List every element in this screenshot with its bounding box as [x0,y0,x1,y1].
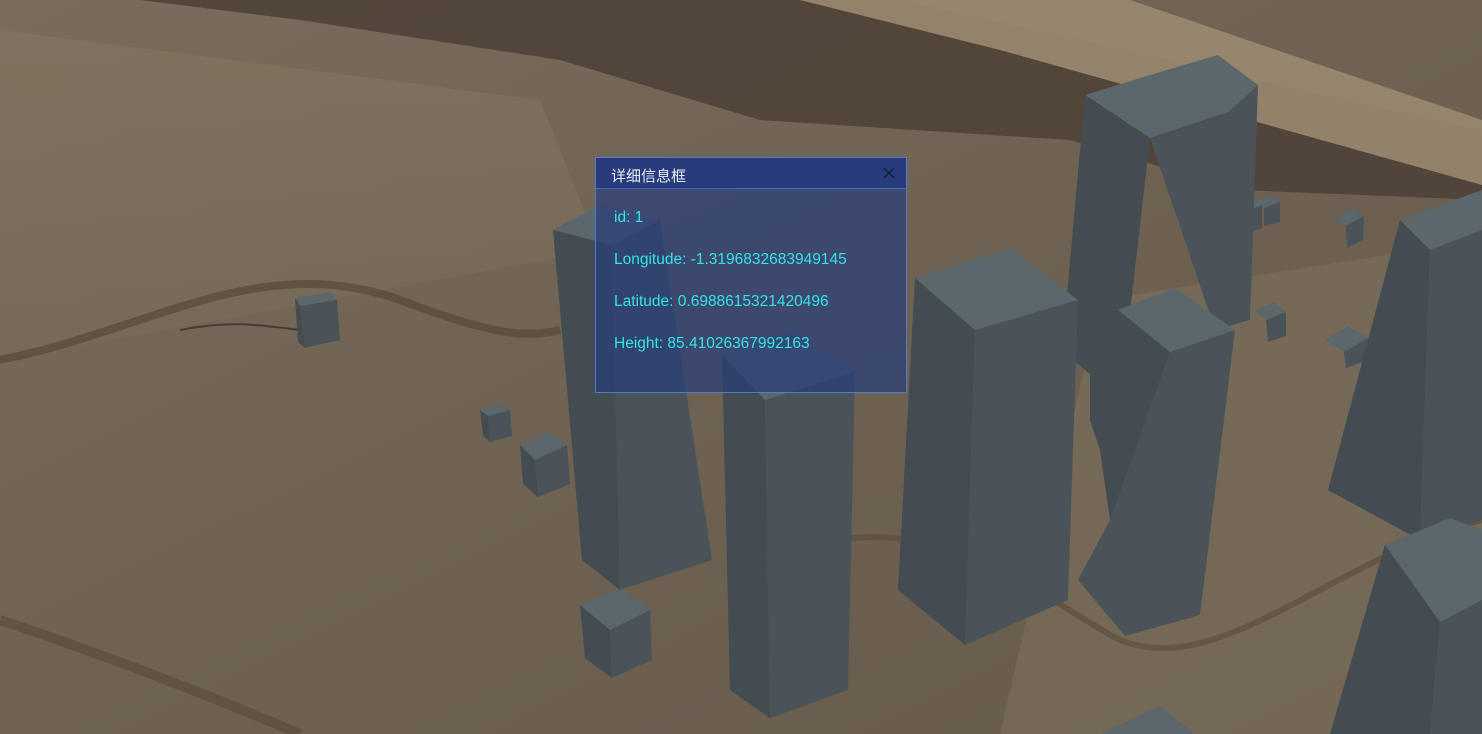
popup-row-longitude: Longitude: -1.3196832683949145 [614,251,847,268]
popup-row-height: Height: 85.41026367992163 [614,335,810,352]
popup-row-id: id: 1 [614,209,644,226]
close-icon[interactable] [880,164,898,182]
popup-title: 详细信息框 [611,168,687,185]
map-viewport[interactable]: 详细信息框 id: 1 Longitude: -1.31968326839491… [0,0,1482,734]
building-tall-4[interactable] [898,248,1078,645]
building-small-1[interactable] [295,292,340,348]
popup-header: 详细信息框 [596,158,906,189]
popup-body: id: 1 Longitude: -1.3196832683949145 Lat… [614,208,896,376]
popup-row-latitude: Latitude: 0.6988615321420496 [614,293,829,310]
building-small-2[interactable] [480,403,512,442]
info-popup: 详细信息框 id: 1 Longitude: -1.31968326839491… [595,157,907,393]
